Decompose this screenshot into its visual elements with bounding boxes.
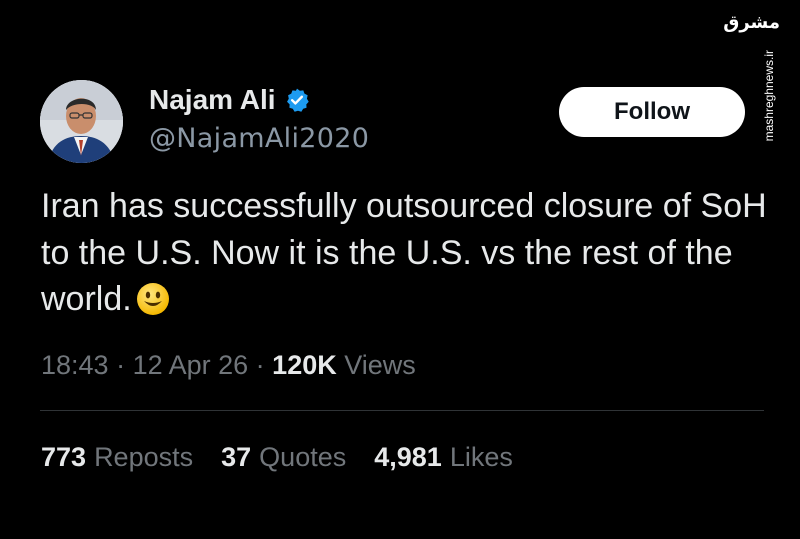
smiley-face-emoji-icon	[136, 282, 170, 316]
quotes-label[interactable]: Quotes	[259, 442, 346, 472]
watermark: مشرق mashreghnews.ir	[723, 8, 786, 141]
tweet-meta: 18:43 · 12 Apr 26 · 120K Views	[41, 348, 416, 382]
follow-button[interactable]: Follow	[559, 87, 745, 137]
likes-label[interactable]: Likes	[450, 442, 513, 472]
meta-separator: ·	[248, 350, 273, 380]
author-name[interactable]: Najam Ali	[149, 83, 276, 117]
tweet-body: Iran has successfully outsourced closure…	[41, 183, 791, 323]
tweet-time[interactable]: 18:43	[41, 350, 109, 380]
author-handle[interactable]: @NajamAli2020	[149, 122, 369, 156]
reposts-label[interactable]: Reposts	[94, 442, 193, 472]
reposts-count[interactable]: 773	[41, 442, 86, 472]
author-name-row[interactable]: Najam Ali	[149, 83, 310, 117]
views-count[interactable]: 120K	[272, 350, 337, 380]
likes-stat[interactable]: 4,981 Likes	[374, 440, 513, 474]
views-label[interactable]: Views	[337, 350, 416, 380]
watermark-url: mashreghnews.ir	[762, 50, 776, 142]
verified-badge-icon	[284, 87, 310, 113]
divider	[40, 410, 764, 411]
reposts-stat[interactable]: 773 Reposts	[41, 440, 193, 474]
author-avatar[interactable]	[40, 80, 123, 163]
quotes-stat[interactable]: 37 Quotes	[221, 440, 346, 474]
likes-count[interactable]: 4,981	[374, 442, 442, 472]
quotes-count[interactable]: 37	[221, 442, 251, 472]
tweet-date[interactable]: 12 Apr 26	[133, 350, 249, 380]
engagement-stats: 773 Reposts 37 Quotes 4,981 Likes	[41, 440, 513, 474]
watermark-logo: مشرق	[723, 12, 780, 33]
meta-separator: ·	[108, 350, 133, 380]
